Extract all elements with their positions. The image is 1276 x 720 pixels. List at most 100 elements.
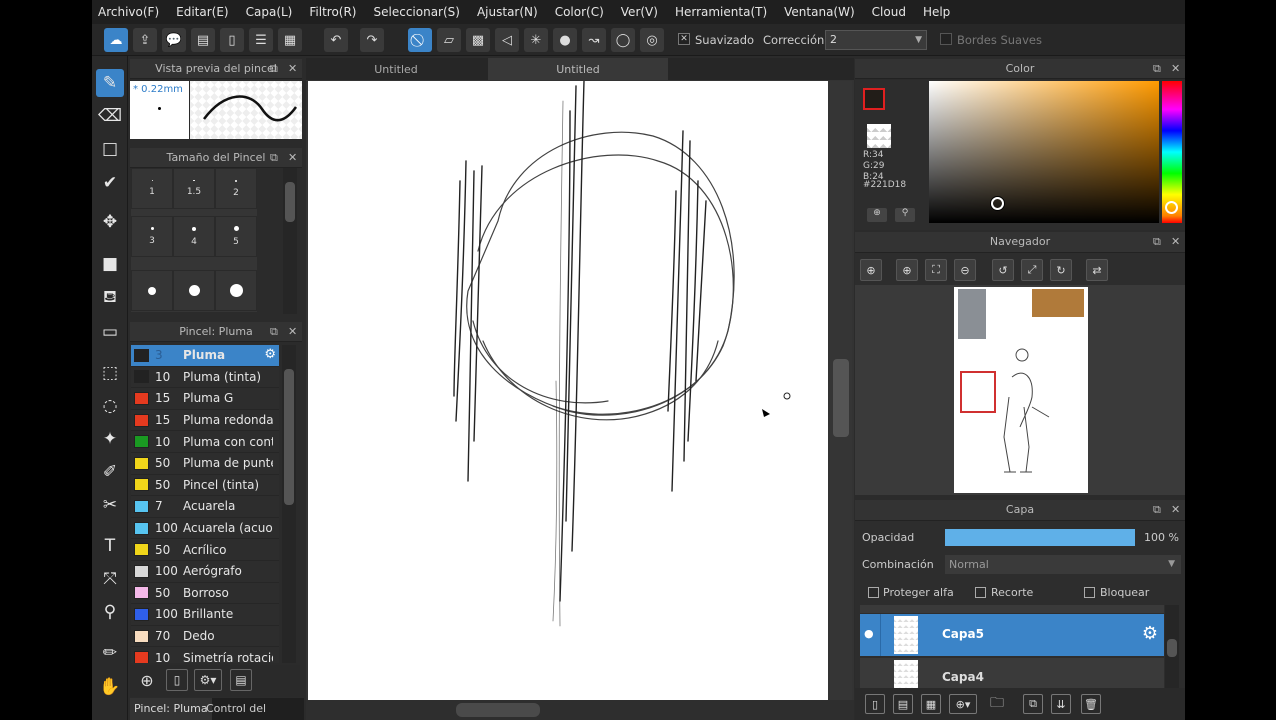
fill-rect-tool-icon[interactable]: ■	[96, 250, 124, 278]
layer-list-scrollbar[interactable]	[1165, 605, 1179, 688]
lock-checkbox[interactable]	[1084, 587, 1095, 598]
brush-item[interactable]: 100 Brillante	[131, 604, 279, 626]
brush-item[interactable]: 100 Aerógrafo	[131, 561, 279, 583]
brush-item[interactable]: 10 Simetría rotacio	[131, 647, 279, 663]
zoom-in-icon[interactable]: ⊕	[860, 259, 882, 281]
menu-filtro[interactable]: Filtro(R)	[309, 5, 356, 19]
layer-row-capa5[interactable]: ● Capa5 ⚙	[860, 614, 1164, 656]
menu-color[interactable]: Color(C)	[555, 5, 604, 19]
brush-item[interactable]: 70 Dedo	[131, 626, 279, 648]
flip-icon[interactable]: ⇄	[1086, 259, 1108, 281]
undo-icon[interactable]: ↶	[324, 28, 348, 52]
scroll-thumb[interactable]	[284, 369, 294, 505]
brush-menu-icon[interactable]: ⚙▾	[194, 669, 222, 691]
tab-document-1[interactable]: Untitled	[306, 58, 486, 80]
brush-list-scrollbar[interactable]	[282, 345, 296, 663]
duplicate-layer-icon[interactable]: ⧉	[1023, 694, 1043, 714]
brush-size-12[interactable]	[215, 270, 257, 311]
brush-tool-icon[interactable]: ✎	[96, 69, 124, 97]
move-tool-icon[interactable]: ✥	[96, 208, 124, 236]
snap-ellipse-icon[interactable]: ◯	[611, 28, 635, 52]
brush-settings-icon[interactable]: ▤	[230, 669, 252, 691]
snap-radial-icon[interactable]: ✳	[524, 28, 548, 52]
layer-row-capa4[interactable]: Capa4	[860, 658, 1164, 688]
close-icon[interactable]: ✕	[288, 148, 297, 168]
correction-select[interactable]: 2 ▼	[825, 30, 927, 50]
eyedropper-tool-icon[interactable]: ⚲	[96, 598, 124, 626]
brush-size-scrollbar[interactable]	[283, 168, 297, 314]
bucket-tool-icon[interactable]: ⛾	[96, 284, 124, 312]
brush-size-2[interactable]: 2	[215, 168, 257, 209]
color-saturation-value-picker[interactable]	[929, 81, 1159, 223]
menu-editar[interactable]: Editar(E)	[176, 5, 228, 19]
divide-tool-icon[interactable]: ✏	[96, 639, 124, 667]
redo-icon[interactable]: ↷	[360, 28, 384, 52]
snap-curve-icon[interactable]: ↝	[582, 28, 606, 52]
brush-item[interactable]: 50 Pincel (tinta)	[131, 475, 279, 497]
list-icon[interactable]: ☰	[249, 28, 273, 52]
foreground-color-swatch[interactable]	[863, 88, 885, 110]
zoom-in-alt-icon[interactable]: ⊕	[896, 259, 918, 281]
menu-help[interactable]: Help	[923, 5, 950, 19]
scroll-thumb[interactable]	[833, 359, 849, 437]
select-rect-tool-icon[interactable]: ⬚	[96, 359, 124, 387]
gear-icon[interactable]: ⚙	[264, 347, 276, 362]
brush-size-1-5[interactable]: 1.5	[173, 168, 215, 209]
brush-item[interactable]: 50 Borroso	[131, 583, 279, 605]
reset-view-icon[interactable]: ⤢	[1021, 259, 1043, 281]
select-eraser-tool-icon[interactable]: ✂	[96, 491, 124, 519]
brush-size-1[interactable]: 1	[131, 168, 173, 209]
close-icon[interactable]: ✕	[1171, 59, 1180, 79]
float-icon[interactable]: ⧉	[1153, 59, 1161, 79]
hand-tool-icon[interactable]: ✋	[96, 673, 124, 701]
menu-capa[interactable]: Capa(L)	[246, 5, 293, 19]
soft-edges-checkbox[interactable]	[940, 33, 952, 45]
opacity-slider[interactable]	[945, 529, 1135, 546]
color-picker-icon[interactable]: ⚲	[895, 208, 915, 222]
menu-ventana[interactable]: Ventana(W)	[784, 5, 855, 19]
brush-item[interactable]: 10 Pluma con cont	[131, 431, 279, 453]
snap-parallel-icon[interactable]: ▱	[437, 28, 461, 52]
close-icon[interactable]: ✕	[288, 322, 297, 342]
share-icon[interactable]: ⇪	[133, 28, 157, 52]
menu-herramienta[interactable]: Herramienta(T)	[675, 5, 767, 19]
brush-item[interactable]: 15 Pluma G	[131, 388, 279, 410]
scroll-thumb[interactable]	[456, 703, 540, 717]
brush-size-10[interactable]	[173, 270, 215, 311]
delete-layer-icon[interactable]: 🗑	[1081, 694, 1101, 714]
eraser-tool-icon[interactable]: ⌫	[96, 102, 124, 130]
brush-item[interactable]: 50 Pluma de punte	[131, 453, 279, 475]
zoom-out-icon[interactable]: ⊖	[954, 259, 976, 281]
transparent-color-swatch[interactable]	[867, 124, 891, 148]
menu-seleccionar[interactable]: Seleccionar(S)	[374, 5, 460, 19]
close-icon[interactable]: ✕	[288, 59, 297, 79]
snap-circle-icon[interactable]: ●	[553, 28, 577, 52]
color-picker-cursor[interactable]	[991, 197, 1004, 210]
brush-item[interactable]: 7 Acuarela	[131, 496, 279, 518]
brush-item[interactable]: 3 Pluma ⚙	[131, 345, 279, 367]
canvas-vertical-scrollbar[interactable]	[830, 81, 852, 700]
navigator-page-thumbnail[interactable]	[954, 287, 1088, 493]
brush-item[interactable]: 10 Pluma (tinta)	[131, 367, 279, 389]
new-halftone-layer-icon[interactable]: ▦	[921, 694, 941, 714]
gear-icon[interactable]: ⚙	[1142, 623, 1158, 644]
add-layer-menu-icon[interactable]: ⊕▾	[949, 694, 977, 714]
comment-icon[interactable]: 💬	[162, 28, 186, 52]
grid-icon[interactable]: ▦	[278, 28, 302, 52]
tab-brush-control[interactable]: Control del pincel	[202, 698, 304, 720]
brush-size-7[interactable]	[131, 270, 173, 311]
brush-item[interactable]: 100 Acuarela (acuo	[131, 518, 279, 540]
hue-slider[interactable]	[1162, 81, 1182, 223]
brush-item[interactable]: 50 Acrílico	[131, 539, 279, 561]
menu-ajustar[interactable]: Ajustar(N)	[477, 5, 538, 19]
new-color-layer-icon[interactable]: ▤	[893, 694, 913, 714]
dot-tool-icon[interactable]: □	[96, 135, 124, 163]
snap-grid-icon[interactable]: ▩	[466, 28, 490, 52]
operation-tool-icon[interactable]: ⤧	[96, 565, 124, 593]
close-icon[interactable]: ✕	[1171, 232, 1180, 252]
menu-cloud[interactable]: Cloud	[872, 5, 906, 19]
snap-off-icon[interactable]: ⃠	[408, 28, 432, 52]
fit-screen-icon[interactable]: ⛶	[925, 259, 947, 281]
check-tool-icon[interactable]: ✔	[96, 169, 124, 197]
eye-icon[interactable]: ●	[864, 627, 874, 640]
